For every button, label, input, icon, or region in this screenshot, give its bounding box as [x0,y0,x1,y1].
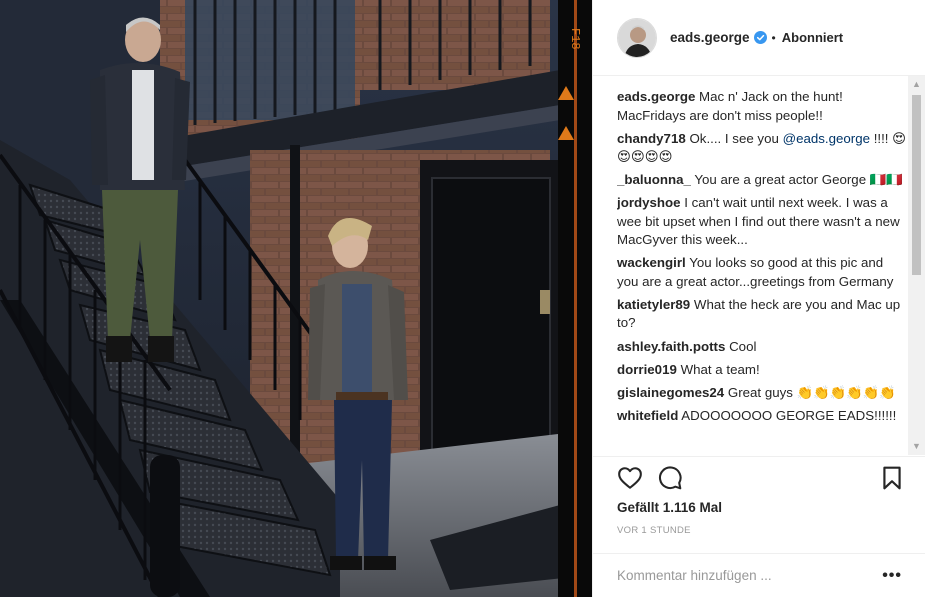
comment-item: whitefield ADOOOOOOO GEORGE EADS!!!!!! [617,407,907,426]
comment-item: jordyshoe I can't wait until next week. … [617,194,907,250]
scrollbar-thumb[interactable] [912,95,921,275]
avatar[interactable] [617,17,657,58]
verified-badge-icon [753,31,767,44]
comment-author[interactable]: eads.george [617,89,695,104]
comment-item: chandy718 Ok.... I see you @eads.george … [617,130,907,167]
comment-item: katietyler89 What the heck are you and M… [617,296,907,333]
post-timestamp[interactable]: VOR 1 STUNDE [617,525,691,536]
like-button[interactable] [617,465,643,491]
comment-item: _baluonna_ You are a great actor George … [617,171,907,190]
comment-text: You are a great actor George 🇮🇹🇮🇹 [694,172,903,188]
comment-text: Great guys 👏👏👏👏👏👏 [727,384,896,400]
scroll-down-arrow-icon[interactable]: ▼ [908,438,925,455]
comment-author[interactable]: katietyler89 [617,297,690,312]
comment-item: eads.george Mac n' Jack on the hunt! Mac… [617,88,907,125]
instagram-post-view: F18 eads.george • Abonniert eads.george … [0,0,925,597]
comment-author[interactable]: _baluonna_ [617,172,691,187]
bookmark-icon [883,466,901,490]
comments-scrollbar[interactable]: ▲ ▼ [908,76,925,455]
comment-author[interactable]: whitefield [617,408,678,423]
comment-mention-link[interactable]: @eads.george [783,131,870,146]
comment-author[interactable]: jordyshoe [617,195,681,210]
comment-author[interactable]: wackengirl [617,255,686,270]
comment-item: dorrie019 What a team! [617,361,907,380]
comment-text: Ok.... I see you [689,130,783,146]
post-actions: Gefällt 1.116 Mal VOR 1 STUNDE ••• [593,456,925,596]
speech-bubble-icon [659,466,682,490]
comment-author[interactable]: gislainegomes24 [617,385,724,400]
comment-item: ashley.faith.potts Cool [617,338,907,357]
post-header: eads.george • Abonniert [593,0,925,76]
more-options-button[interactable]: ••• [882,567,902,585]
film-edge-text: F18 [568,28,582,50]
post-photo[interactable]: F18 [0,0,592,597]
header-username[interactable]: eads.george [670,30,750,45]
add-comment-bar: ••• [593,553,925,597]
comment-button[interactable] [657,465,683,491]
comments-list[interactable]: eads.george Mac n' Jack on the hunt! Mac… [617,88,907,455]
comment-item: wackengirl You looks so good at this pic… [617,254,907,291]
comment-author[interactable]: chandy718 [617,131,686,146]
comment-author[interactable]: dorrie019 [617,362,677,377]
comment-text: What a team! [680,361,760,377]
avatar-image [618,18,656,57]
post-sidebar: eads.george • Abonniert eads.george Mac … [592,0,925,597]
scroll-up-arrow-icon[interactable]: ▲ [908,76,925,93]
likes-count[interactable]: Gefällt 1.116 Mal [617,500,722,515]
comment-author[interactable]: ashley.faith.potts [617,339,725,354]
heart-icon [618,467,642,489]
comment-text: ADOOOOOOO GEORGE EADS!!!!!! [681,407,897,423]
follow-status-button[interactable]: Abonniert [782,30,843,45]
post-image: F18 [0,0,592,597]
action-icons-row [617,465,905,493]
header-separator: • [771,30,776,45]
save-button[interactable] [879,465,905,491]
comment-text: Cool [729,338,757,354]
comment-item: gislainegomes24 Great guys 👏👏👏👏👏👏 [617,384,907,403]
comment-input[interactable] [617,568,883,583]
